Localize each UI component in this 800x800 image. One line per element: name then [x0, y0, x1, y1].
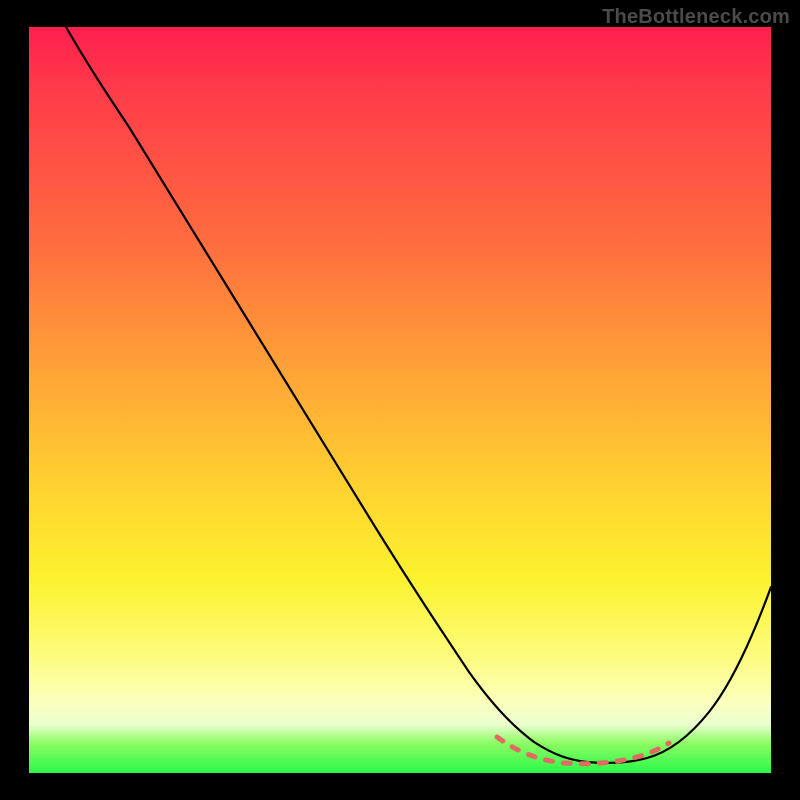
watermark-text: TheBottleneck.com [602, 6, 790, 29]
bottleneck-curve [29, 27, 771, 773]
curve-line [66, 27, 771, 763]
chart-plot-area [29, 27, 771, 773]
